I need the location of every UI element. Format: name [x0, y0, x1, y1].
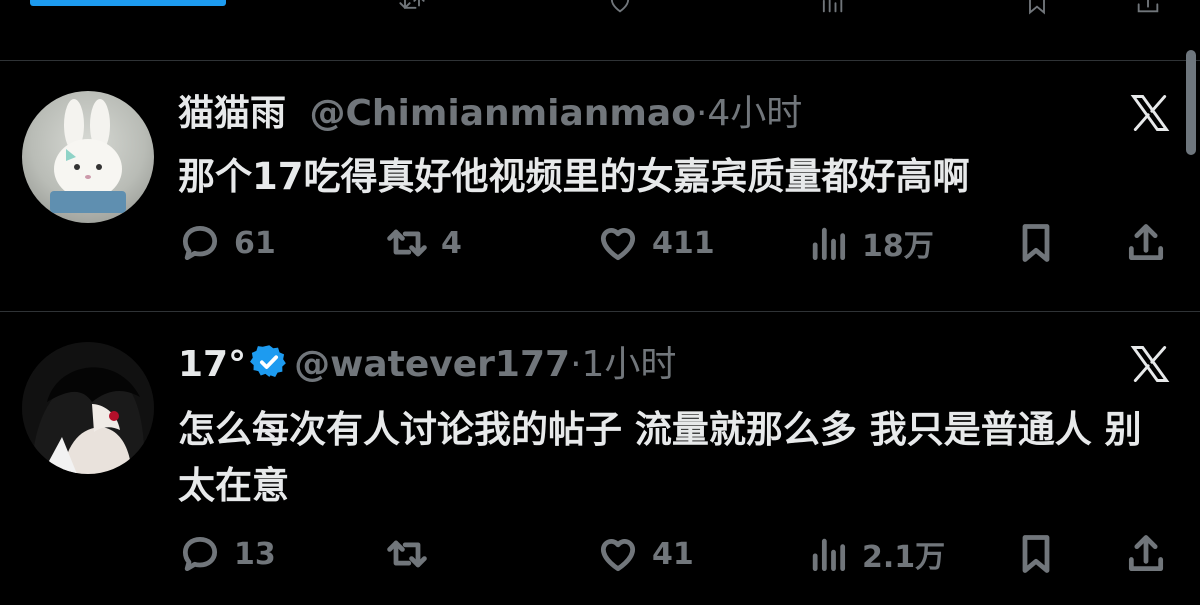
reply-icon — [182, 536, 218, 572]
share-button[interactable] — [1124, 532, 1168, 576]
like-icon — [600, 539, 636, 572]
tweet-header: 猫猫雨 @Chimianmianmao·4小时 — [178, 91, 802, 137]
tweet-card[interactable]: 17° @watever177·1小时 怎么每次有人讨论我的帖子 流量就那么多 我… — [0, 312, 1200, 605]
retweet-button[interactable]: 4 — [385, 221, 462, 265]
previous-tweet-action-bar — [0, 0, 1200, 18]
display-name[interactable]: 猫猫雨 — [178, 93, 286, 134]
reply-button[interactable]: 13 — [178, 532, 276, 576]
x-logo-icon[interactable] — [1128, 91, 1172, 135]
tweet-text: 怎么每次有人讨论我的帖子 流量就那么多 我只是普通人 别太在意 — [178, 408, 1142, 507]
like-icon — [600, 228, 636, 261]
like-button[interactable]: 41 — [596, 532, 694, 576]
avatar[interactable] — [22, 342, 154, 474]
separator: · — [570, 344, 582, 385]
retweet-icon — [387, 229, 427, 257]
bookmark-button[interactable] — [1014, 221, 1058, 265]
user-handle[interactable]: @Chimianmianmao — [309, 93, 695, 134]
bookmark-icon[interactable] — [1015, 0, 1059, 16]
bunny-plush-image — [50, 99, 126, 213]
tweet-actions: 13 41 2.1万 — [0, 532, 1200, 588]
separator: · — [695, 93, 708, 134]
verified-badge-icon — [250, 345, 286, 377]
timestamp[interactable]: 1小时 — [582, 344, 677, 385]
share-icon — [1128, 535, 1164, 572]
bookmark-button[interactable] — [1014, 532, 1058, 576]
reply-button[interactable]: 61 — [178, 221, 276, 265]
reply-icon — [182, 225, 218, 261]
tweet-actions: 61 4 411 18万 — [0, 221, 1200, 277]
tweet-card[interactable]: 猫猫雨 @Chimianmianmao·4小时 那个17吃得真好他视频里的女嘉宾… — [0, 61, 1200, 311]
share-icon[interactable] — [1126, 0, 1170, 16]
bookmark-icon — [1022, 535, 1050, 573]
retweet-icon — [387, 540, 427, 568]
views-icon — [812, 538, 846, 572]
x-logo-icon[interactable] — [1128, 342, 1172, 386]
bookmark-icon — [1022, 224, 1050, 262]
views-icon[interactable] — [810, 0, 854, 16]
user-handle[interactable]: @watever177 — [294, 344, 570, 385]
views-button[interactable]: 18万 — [806, 221, 934, 265]
views-icon — [812, 227, 846, 261]
share-icon — [1128, 224, 1164, 261]
avatar[interactable] — [22, 91, 154, 223]
like-button[interactable]: 411 — [596, 221, 715, 265]
tweet-header: 17° @watever177·1小时 — [178, 342, 676, 388]
tweet-text: 那个17吃得真好他视频里的女嘉宾质量都好高啊 — [178, 155, 970, 198]
anime-avatar-image — [22, 342, 154, 474]
share-button[interactable] — [1124, 221, 1168, 265]
retweet-icon[interactable] — [390, 0, 434, 16]
views-button[interactable]: 2.1万 — [806, 532, 945, 576]
like-icon[interactable] — [598, 0, 642, 16]
timestamp[interactable]: 4小时 — [707, 93, 802, 134]
display-name[interactable]: 17° — [178, 344, 246, 385]
retweet-button[interactable] — [385, 532, 441, 576]
